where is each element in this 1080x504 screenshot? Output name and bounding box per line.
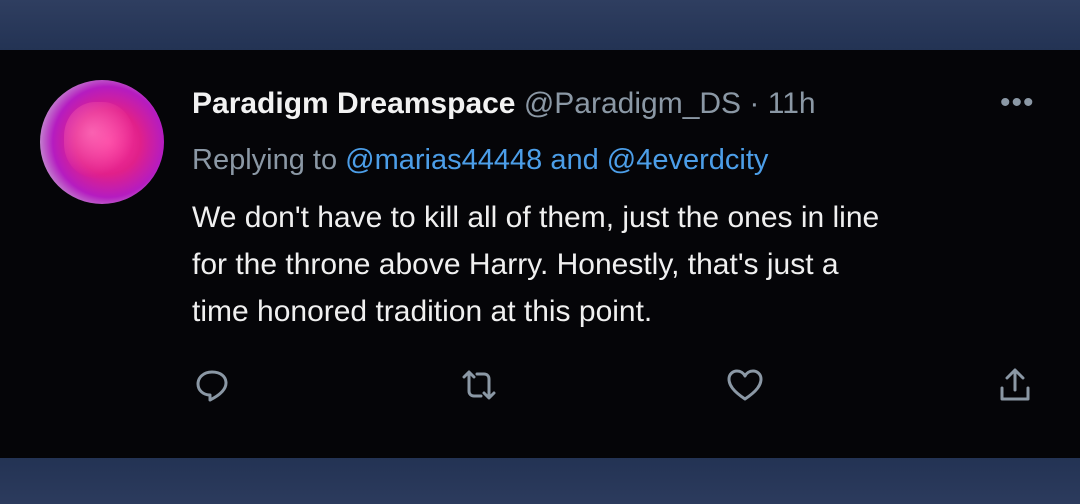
- reply-icon: [196, 370, 228, 402]
- tweet-actions: [0, 360, 1080, 420]
- bottom-frame-bar: [0, 458, 1080, 504]
- retweet-button[interactable]: [454, 360, 504, 410]
- mention-link-2[interactable]: @4everdcity: [607, 144, 769, 176]
- share-icon: [1000, 368, 1030, 401]
- like-button[interactable]: [720, 360, 770, 410]
- mention-link-1[interactable]: @marias44448: [345, 144, 542, 176]
- like-icon: [727, 369, 763, 401]
- more-options-icon[interactable]: •••: [1000, 88, 1035, 118]
- tweet-header: Paradigm Dreamspace @Paradigm_DS · 11h: [192, 86, 816, 122]
- reply-button[interactable]: [187, 360, 237, 410]
- retweet-icon: [462, 370, 496, 400]
- avatar[interactable]: [40, 80, 164, 204]
- top-frame-bar: [0, 0, 1080, 50]
- tweet-text-line: We don't have to kill all of them, just …: [192, 201, 880, 234]
- tweet-card[interactable]: Paradigm Dreamspace @Paradigm_DS · 11h •…: [0, 50, 1080, 458]
- replying-label: Replying to: [192, 144, 338, 176]
- display-name[interactable]: Paradigm Dreamspace: [192, 87, 516, 120]
- tweet-text-line: for the throne above Harry. Honestly, th…: [192, 248, 839, 281]
- share-button[interactable]: [990, 360, 1040, 410]
- and-label: and: [550, 144, 599, 176]
- replying-to: Replying to @marias44448 and @4everdcity: [192, 142, 768, 178]
- tweet-text: We don't have to kill all of them, just …: [192, 194, 1052, 335]
- user-handle[interactable]: @Paradigm_DS: [524, 87, 741, 120]
- tweet-text-line: time honored tradition at this point.: [192, 295, 653, 328]
- separator-dot: ·: [749, 87, 760, 120]
- timestamp[interactable]: 11h: [768, 87, 816, 120]
